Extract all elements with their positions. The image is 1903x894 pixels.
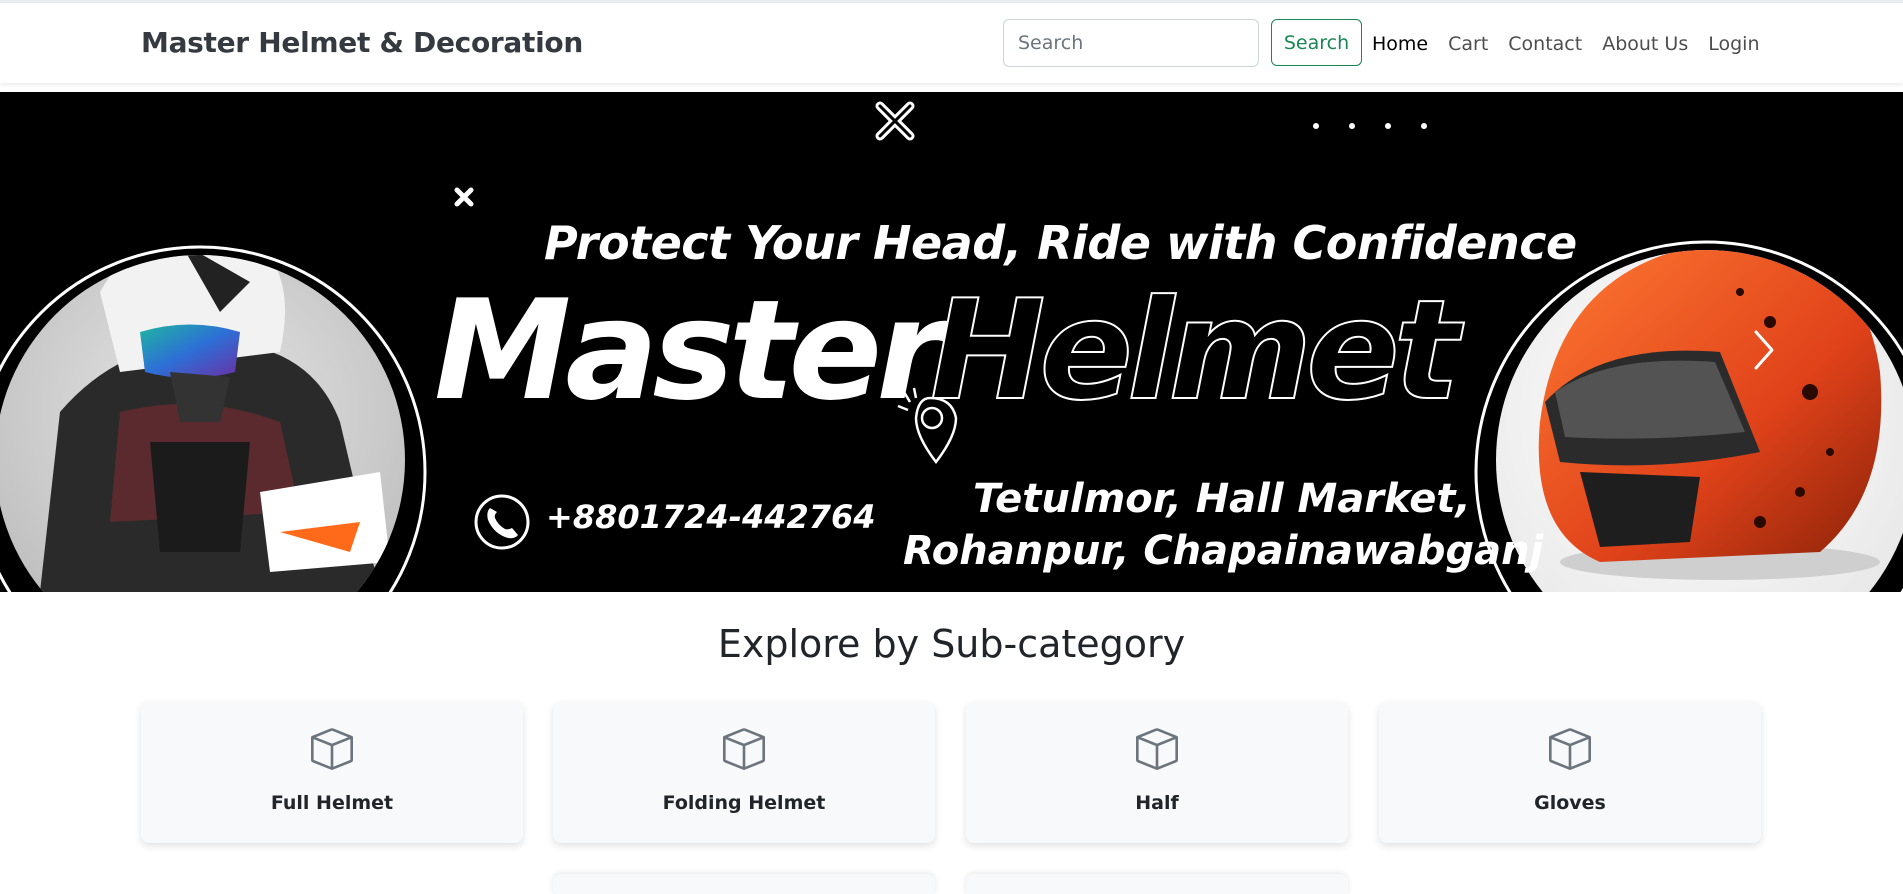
box-icon (1549, 728, 1591, 770)
section-title: Explore by Sub-category (717, 622, 1186, 666)
box-icon (723, 728, 765, 770)
hero-banner: Protect Your Head, Ride with Confidence … (0, 92, 1903, 592)
hero-address-line2: Rohanpur, Chapainawabganj (903, 528, 1544, 574)
subcategory-card-full-helmet[interactable]: Full Helmet (141, 702, 523, 843)
subcategory-card-partial[interactable] (966, 874, 1348, 894)
subcategory-label: Full Helmet (270, 792, 394, 814)
decorative-x-mark-small (454, 187, 474, 207)
subcategory-label: Half (1135, 792, 1179, 814)
nav-links: Home Cart Contact About Us Login (1372, 33, 1760, 55)
brand-logo[interactable]: Master Helmet & Decoration (141, 26, 583, 59)
nav-link-contact[interactable]: Contact (1508, 33, 1582, 55)
hero-brand-helmet: Helmet (929, 270, 1461, 431)
subcategory-card-partial[interactable] (553, 874, 935, 894)
nav-link-cart[interactable]: Cart (1448, 33, 1488, 55)
carousel-next-button[interactable] (1744, 320, 1784, 380)
decorative-x-mark-large-inner (878, 104, 912, 138)
search-input[interactable] (1003, 19, 1259, 67)
search-button[interactable]: Search (1271, 19, 1362, 66)
decorative-dots (1313, 123, 1427, 129)
hero-phone: +8801724-442764 (546, 498, 876, 536)
nav-link-login[interactable]: Login (1708, 33, 1759, 55)
hero-tagline: Protect Your Head, Ride with Confidence (544, 216, 1577, 270)
nav-link-about-us[interactable]: About Us (1602, 33, 1688, 55)
box-icon (1136, 728, 1178, 770)
chevron-right-icon (1754, 330, 1774, 370)
subcategory-card-half[interactable]: Half (966, 702, 1348, 843)
navbar: Master Helmet & Decoration Search Home C… (0, 3, 1903, 83)
subcategory-card-gloves[interactable]: Gloves (1379, 702, 1761, 843)
phone-icon (474, 494, 530, 550)
hero-brand-master: Master (434, 270, 944, 431)
box-icon (311, 728, 353, 770)
hero-address-line1: Tetulmor, Hall Market, (973, 476, 1471, 522)
subcategory-label: Folding Helmet (662, 792, 826, 814)
nav-link-home[interactable]: Home (1372, 33, 1428, 55)
subcategory-card-folding-helmet[interactable]: Folding Helmet (553, 702, 935, 843)
subcategory-label: Gloves (1534, 792, 1606, 814)
rider-photo (0, 255, 405, 592)
